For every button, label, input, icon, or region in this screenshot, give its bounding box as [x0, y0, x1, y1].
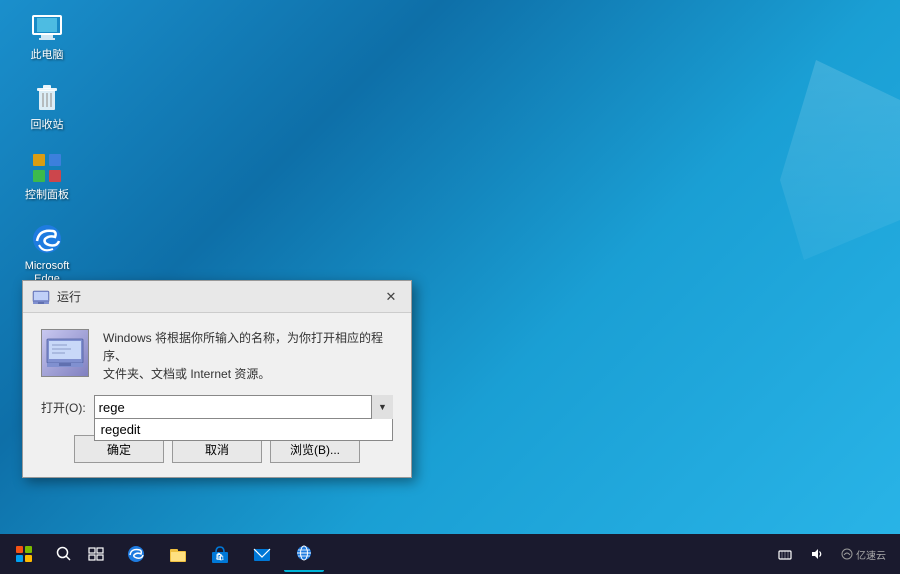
desktop-icon-this-pc[interactable]: 此电脑 — [15, 10, 79, 62]
dialog-title: 运行 — [57, 288, 379, 305]
yiyun-brand: 亿速云 — [835, 547, 892, 562]
brand-label: 亿速云 — [856, 547, 886, 562]
recycle-bin-label: 回收站 — [31, 119, 64, 132]
desktop-icon-recycle-bin[interactable]: 回收站 — [15, 80, 79, 132]
run-dialog-icon — [31, 287, 51, 307]
autocomplete-dropdown: regedit — [94, 419, 393, 441]
dialog-input-wrapper: ▼ regedit — [94, 395, 393, 419]
autocomplete-item-regedit[interactable]: regedit — [95, 419, 392, 440]
start-button[interactable] — [0, 534, 48, 574]
edge-icon — [29, 221, 65, 257]
dialog-body: Windows 将根据你所输入的名称，为你打开相应的程序、文件夹、文档或 Int… — [23, 313, 411, 395]
desktop-icon-control-panel[interactable]: 控制面板 — [15, 150, 79, 202]
this-pc-label: 此电脑 — [31, 49, 64, 62]
taskbar-mail[interactable] — [242, 536, 282, 572]
desktop-highlight — [780, 60, 900, 260]
taskbar: 🛍 — [0, 534, 900, 574]
network-tray-icon[interactable] — [771, 534, 799, 574]
search-button[interactable] — [48, 534, 80, 574]
run-dialog: 运行 ✕ Windows 将根据你所输入的名称，为你打开相应的程序、文件夹、文档… — [22, 280, 412, 478]
taskbar-tray: 亿速云 — [763, 534, 900, 574]
control-panel-label: 控制面板 — [25, 189, 69, 202]
task-view-button[interactable] — [80, 534, 112, 574]
windows-logo-icon — [16, 546, 32, 562]
desktop-icons: 此电脑 回收站 — [15, 10, 79, 286]
dialog-input-row: 打开(O): ▼ regedit — [23, 395, 411, 425]
taskbar-edge[interactable] — [116, 536, 156, 572]
taskbar-store[interactable]: 🛍 — [200, 536, 240, 572]
taskbar-file-explorer[interactable] — [158, 536, 198, 572]
desktop: 此电脑 回收站 — [0, 0, 900, 574]
run-input-dropdown[interactable]: ▼ — [371, 395, 393, 419]
dialog-input-label: 打开(O): — [41, 399, 86, 416]
recycle-bin-icon — [29, 80, 65, 116]
volume-tray-icon[interactable] — [803, 534, 831, 574]
run-input[interactable] — [94, 395, 393, 419]
dialog-run-icon-large — [41, 329, 89, 377]
svg-text:🛍: 🛍 — [216, 552, 225, 561]
desktop-icon-edge[interactable]: Microsoft Edge — [15, 221, 79, 286]
dialog-titlebar: 运行 ✕ — [23, 281, 411, 313]
taskbar-ie[interactable] — [284, 536, 324, 572]
dialog-close-button[interactable]: ✕ — [379, 286, 403, 308]
this-pc-icon — [29, 10, 65, 46]
dialog-description: Windows 将根据你所输入的名称，为你打开相应的程序、文件夹、文档或 Int… — [103, 329, 393, 383]
taskbar-apps: 🛍 — [112, 534, 763, 574]
control-panel-icon — [29, 150, 65, 186]
